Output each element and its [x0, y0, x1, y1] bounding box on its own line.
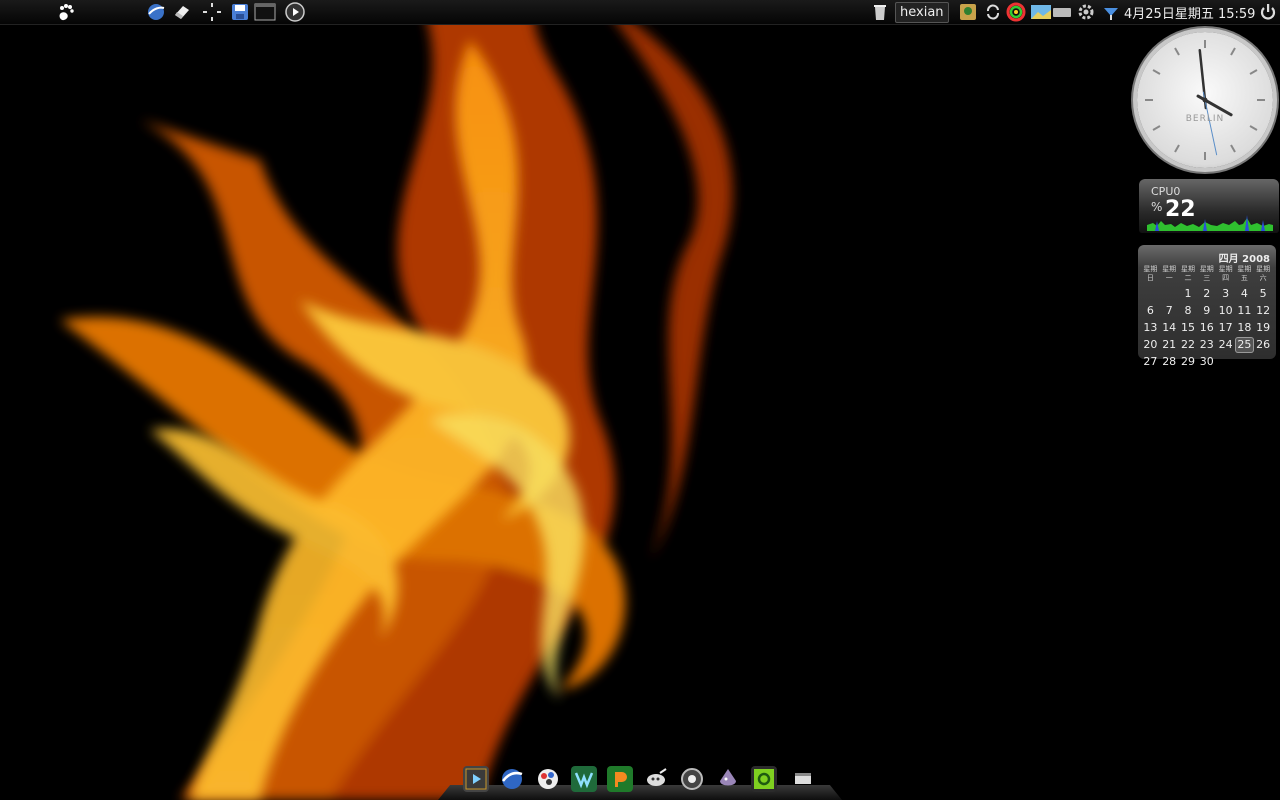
- clock-tick: [1249, 69, 1258, 75]
- color-wheel-icon[interactable]: [1006, 2, 1026, 22]
- calendar-day[interactable]: 4: [1235, 286, 1254, 302]
- analog-clock-widget[interactable]: BERLIN: [1137, 32, 1273, 168]
- video-player-icon[interactable]: [463, 766, 489, 792]
- calendar-day[interactable]: 13: [1141, 320, 1160, 336]
- cpu-usage-graph: [1147, 215, 1273, 231]
- calendar-weekday-header: 星期六: [1256, 265, 1271, 282]
- calendar-weekday-header: 星期三: [1199, 265, 1214, 282]
- calendar-day[interactable]: 10: [1216, 303, 1235, 319]
- network-icon[interactable]: [1101, 2, 1121, 22]
- calendar-weekday-header: 星期五: [1237, 265, 1252, 282]
- clock-tick: [1174, 144, 1180, 153]
- calendar-day[interactable]: 30: [1197, 354, 1216, 370]
- chrome-icon[interactable]: [679, 766, 705, 792]
- inkscape-icon[interactable]: [715, 766, 741, 792]
- calendar-month-title: 四月 2008: [1218, 254, 1270, 265]
- calendar-day[interactable]: 22: [1179, 337, 1198, 353]
- calendar-day-today[interactable]: 25: [1234, 337, 1254, 353]
- gimp-icon[interactable]: [643, 766, 669, 792]
- calendar-day[interactable]: 1: [1179, 286, 1198, 302]
- calendar-day[interactable]: 5: [1254, 286, 1273, 302]
- calendar-day[interactable]: 19: [1254, 320, 1273, 336]
- update-manager-icon[interactable]: [958, 2, 978, 22]
- clock-tick: [1230, 144, 1236, 153]
- calendar-day[interactable]: 24: [1216, 337, 1235, 353]
- calendar-day[interactable]: 7: [1160, 303, 1179, 319]
- panel-clock[interactable]: 4月25日星期五 15:59: [1124, 3, 1255, 22]
- gnome-foot-icon[interactable]: [56, 2, 76, 22]
- desktop-wallpaper: [0, 0, 1280, 800]
- calendar-day[interactable]: 12: [1254, 303, 1273, 319]
- clock-center-pin: [1202, 97, 1208, 103]
- trash-icon[interactable]: [870, 2, 890, 22]
- calendar-grid: 星期日 星期一 星期二 星期三 星期四 星期五 星期六 1 2 3 4 5 6 7 8 9 10 11 12 13 14…: [1141, 265, 1273, 370]
- presentation-icon[interactable]: [607, 766, 633, 792]
- clock-tick: [1174, 47, 1180, 56]
- clock-tick: [1152, 69, 1161, 75]
- paint-icon[interactable]: [535, 766, 561, 792]
- dock-web-browser-icon[interactable]: [499, 766, 525, 792]
- calendar-weekday-header: 星期日: [1143, 265, 1158, 282]
- calendar-weekday-header: 星期二: [1180, 265, 1195, 282]
- cpu-monitor-widget[interactable]: CPU0 % 22: [1139, 179, 1279, 233]
- picture-icon[interactable]: [1030, 2, 1052, 22]
- calendar-day[interactable]: 8: [1179, 303, 1198, 319]
- calendar-day[interactable]: 21: [1160, 337, 1179, 353]
- clock-tick: [1249, 125, 1258, 131]
- save-icon[interactable]: [230, 2, 250, 22]
- vmware-icon[interactable]: [571, 766, 597, 792]
- calendar-day[interactable]: 18: [1235, 320, 1254, 336]
- settings-icon[interactable]: [1076, 2, 1096, 22]
- clock-tick: [1230, 47, 1236, 56]
- calendar-day[interactable]: 15: [1179, 320, 1198, 336]
- calendar-day[interactable]: 29: [1179, 354, 1198, 370]
- calendar-day[interactable]: 2: [1197, 286, 1216, 302]
- clock-face: [1145, 40, 1265, 160]
- calendar-day[interactable]: 27: [1141, 354, 1160, 370]
- calendar-day[interactable]: 26: [1254, 337, 1273, 353]
- terminal-icon[interactable]: [254, 2, 276, 22]
- top-panel: hexian 4月25日星期五 15:59: [0, 0, 1280, 25]
- calendar-day[interactable]: 9: [1197, 303, 1216, 319]
- clock-city-label: BERLIN: [1185, 114, 1225, 124]
- calendar-weekday-header: 星期一: [1162, 265, 1177, 282]
- power-icon[interactable]: [1258, 2, 1278, 22]
- web-browser-icon[interactable]: [146, 2, 166, 22]
- media-play-icon[interactable]: [285, 2, 305, 22]
- calendar-day[interactable]: 23: [1197, 337, 1216, 353]
- calendar-day[interactable]: 20: [1141, 337, 1160, 353]
- workspace-icon[interactable]: [202, 2, 222, 22]
- desktop-switch-icon[interactable]: [790, 766, 816, 792]
- calendar-day[interactable]: 17: [1216, 320, 1235, 336]
- calendar-day[interactable]: 14: [1160, 320, 1179, 336]
- calendar-day[interactable]: 11: [1235, 303, 1254, 319]
- clock-tick: [1152, 125, 1161, 131]
- calendar-day[interactable]: 6: [1141, 303, 1160, 319]
- calendar-weekday-header: 星期四: [1218, 265, 1233, 282]
- refresh-icon[interactable]: [983, 2, 1003, 22]
- user-switcher[interactable]: hexian: [895, 2, 949, 23]
- calendar-widget[interactable]: 四月 2008 星期日 星期一 星期二 星期三 星期四 星期五 星期六 1 2 3 4 5 6 7 8 9 10…: [1138, 245, 1276, 368]
- calendar-day[interactable]: 16: [1197, 320, 1216, 336]
- calendar-day[interactable]: 28: [1160, 354, 1179, 370]
- keyboard-icon[interactable]: [1052, 2, 1072, 22]
- system-monitor-icon[interactable]: [751, 766, 777, 792]
- calendar-day[interactable]: 3: [1216, 286, 1235, 302]
- eraser-icon[interactable]: [172, 2, 192, 22]
